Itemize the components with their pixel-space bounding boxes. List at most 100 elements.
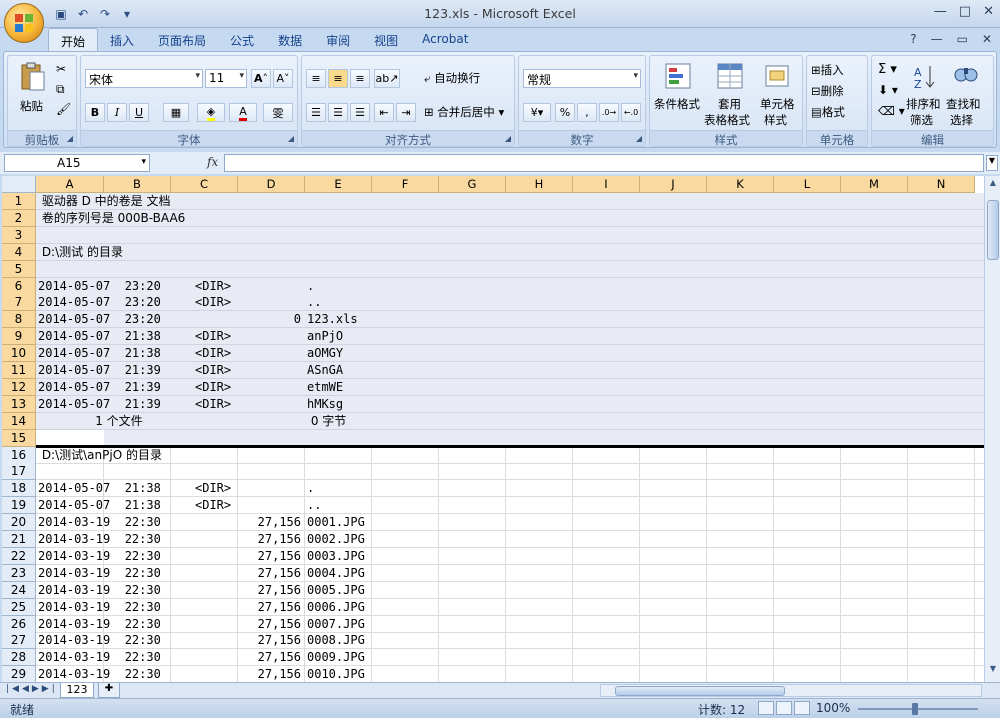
- cell-e[interactable]: .: [307, 480, 314, 496]
- cell-a[interactable]: 2014-05-07 21:38: [38, 345, 161, 361]
- cell-e[interactable]: hMKsg: [307, 396, 343, 412]
- decrease-decimal-icon[interactable]: ←.0: [621, 103, 641, 122]
- cell-a[interactable]: 2014-03-19 22:30: [38, 599, 161, 615]
- column-header-g[interactable]: G: [439, 176, 506, 193]
- row-header-21[interactable]: 21: [2, 531, 36, 548]
- cell-a[interactable]: 2014-05-07 23:20: [38, 278, 161, 294]
- font-name-select[interactable]: 宋体 ▾: [85, 69, 203, 88]
- cell-d[interactable]: 27,156: [240, 666, 301, 682]
- zoom-slider[interactable]: [858, 703, 978, 715]
- row-header-16[interactable]: 16: [2, 446, 36, 464]
- column-header-k[interactable]: K: [707, 176, 774, 193]
- tab-home[interactable]: 开始: [48, 28, 99, 52]
- cell-e[interactable]: ASnGA: [307, 362, 343, 378]
- horizontal-scroll-thumb[interactable]: [615, 686, 785, 696]
- cell-a[interactable]: 2014-05-07 23:20: [38, 294, 161, 310]
- autosum-icon[interactable]: Σ ▾: [878, 62, 897, 77]
- clear-icon[interactable]: ⌫ ▾: [878, 104, 905, 118]
- column-header-i[interactable]: I: [573, 176, 640, 193]
- cell-e[interactable]: .: [307, 278, 314, 294]
- cell-styles-icon[interactable]: [764, 62, 792, 90]
- horizontal-scrollbar[interactable]: [600, 684, 982, 697]
- cell-a[interactable]: D:\测试 的目录: [38, 244, 123, 260]
- tab-page-layout[interactable]: 页面布局: [146, 28, 218, 52]
- cell-e[interactable]: 123.xls: [307, 311, 358, 327]
- cell-a[interactable]: 2014-03-19 22:30: [38, 514, 161, 530]
- cell-styles-line2[interactable]: 样式: [764, 112, 787, 128]
- underline-button[interactable]: U: [129, 103, 149, 122]
- close-button[interactable]: ✕: [983, 4, 994, 19]
- paste-button[interactable]: 粘贴: [20, 98, 43, 114]
- cell-a[interactable]: 2014-05-07 23:20: [38, 311, 161, 327]
- find-select-line1[interactable]: 查找和: [946, 96, 981, 112]
- row-header-4[interactable]: 4: [2, 243, 36, 261]
- cell-a[interactable]: 2014-03-19 22:30: [38, 666, 161, 682]
- row-header-9[interactable]: 9: [2, 328, 36, 346]
- cell-c[interactable]: <DIR>: [195, 480, 231, 496]
- row-header-11[interactable]: 11: [2, 362, 36, 379]
- cell-e[interactable]: 0002.JPG: [307, 531, 365, 547]
- font-dialog-launcher-icon[interactable]: ◢: [288, 134, 294, 143]
- align-top-icon[interactable]: ≡: [306, 69, 326, 88]
- minimize-button[interactable]: —: [934, 4, 947, 19]
- insert-function-icon[interactable]: fx: [207, 155, 218, 169]
- cell-a[interactable]: 卷的序列号是 000B-BAA6: [38, 210, 185, 226]
- tab-data[interactable]: 数据: [266, 28, 314, 52]
- restore-workbook-button[interactable]: ▭: [957, 32, 968, 46]
- cell-c[interactable]: <DIR>: [195, 362, 231, 378]
- select-all-corner[interactable]: [2, 176, 36, 193]
- maximize-button[interactable]: □: [959, 4, 971, 19]
- zoom-level[interactable]: 100%: [816, 701, 850, 715]
- worksheet-grid[interactable]: ABCDEFGHIJKLMN 1 驱动器 D 中的卷是 文档 2 卷的序列号是 00…: [2, 176, 984, 682]
- phonetic-icon[interactable]: 雯: [263, 103, 293, 122]
- row-header-28[interactable]: 28: [2, 649, 36, 667]
- font-color-icon[interactable]: A: [229, 103, 257, 122]
- cell-e[interactable]: 0010.JPG: [307, 666, 365, 682]
- cell-a[interactable]: 2014-03-19 22:30: [38, 632, 161, 648]
- format-cells-button[interactable]: ▤ 格式: [811, 104, 845, 120]
- percent-button[interactable]: %: [555, 103, 575, 122]
- align-center-icon[interactable]: ☰: [328, 103, 348, 122]
- increase-indent-icon[interactable]: ⇥: [396, 103, 416, 122]
- cell-a[interactable]: 驱动器 D 中的卷是 文档: [38, 193, 171, 209]
- scroll-up-icon[interactable]: ▲: [987, 178, 999, 192]
- cell-a[interactable]: 2014-05-07 21:39: [38, 362, 161, 378]
- align-middle-icon[interactable]: ≡: [328, 69, 348, 88]
- fill-icon[interactable]: ⬇ ▾: [878, 83, 898, 97]
- insert-cells-button[interactable]: ⊞ 插入: [811, 62, 844, 78]
- row-header-14[interactable]: 14: [2, 412, 36, 430]
- font-size-select[interactable]: 11 ▾: [205, 69, 247, 88]
- name-box[interactable]: A15 ▾: [4, 154, 150, 172]
- cell-a[interactable]: 2014-03-19 22:30: [38, 548, 161, 564]
- paste-icon[interactable]: [18, 62, 46, 91]
- row-header-7[interactable]: 7: [2, 294, 36, 312]
- dialog-launcher-icon[interactable]: ◢: [67, 134, 73, 143]
- cell-d[interactable]: 27,156: [240, 565, 301, 581]
- sheet-tab-123[interactable]: 123: [60, 683, 94, 698]
- find-select-line2[interactable]: 选择: [950, 112, 973, 128]
- row-header-19[interactable]: 19: [2, 497, 36, 515]
- cell-e[interactable]: 0001.JPG: [307, 514, 365, 530]
- format-as-table-icon[interactable]: [716, 62, 744, 90]
- row-header-15[interactable]: 15: [2, 429, 36, 447]
- currency-icon[interactable]: ¥▾: [523, 103, 551, 122]
- column-header-e[interactable]: E: [305, 176, 372, 193]
- cell-c[interactable]: <DIR>: [195, 278, 231, 294]
- row-header-17[interactable]: 17: [2, 463, 36, 481]
- cell-e[interactable]: 0 字节: [307, 413, 346, 429]
- italic-button[interactable]: I: [107, 103, 127, 122]
- cell-d[interactable]: 27,156: [240, 616, 301, 632]
- cell-c[interactable]: <DIR>: [195, 396, 231, 412]
- row-header-12[interactable]: 12: [2, 378, 36, 396]
- number-format-select[interactable]: 常规 ▾: [523, 69, 641, 88]
- column-header-n[interactable]: N: [908, 176, 975, 193]
- increase-decimal-icon[interactable]: .0→: [599, 103, 619, 122]
- tab-acrobat[interactable]: Acrobat: [410, 28, 480, 52]
- sort-filter-line2[interactable]: 筛选: [910, 112, 933, 128]
- align-bottom-icon[interactable]: ≡: [350, 69, 370, 88]
- minimize-workbook-button[interactable]: —: [931, 32, 943, 46]
- orientation-icon[interactable]: ab↗: [374, 69, 400, 88]
- close-workbook-button[interactable]: ✕: [982, 32, 992, 46]
- row-header-27[interactable]: 27: [2, 632, 36, 650]
- delete-cells-button[interactable]: ⊟ 删除: [811, 83, 844, 99]
